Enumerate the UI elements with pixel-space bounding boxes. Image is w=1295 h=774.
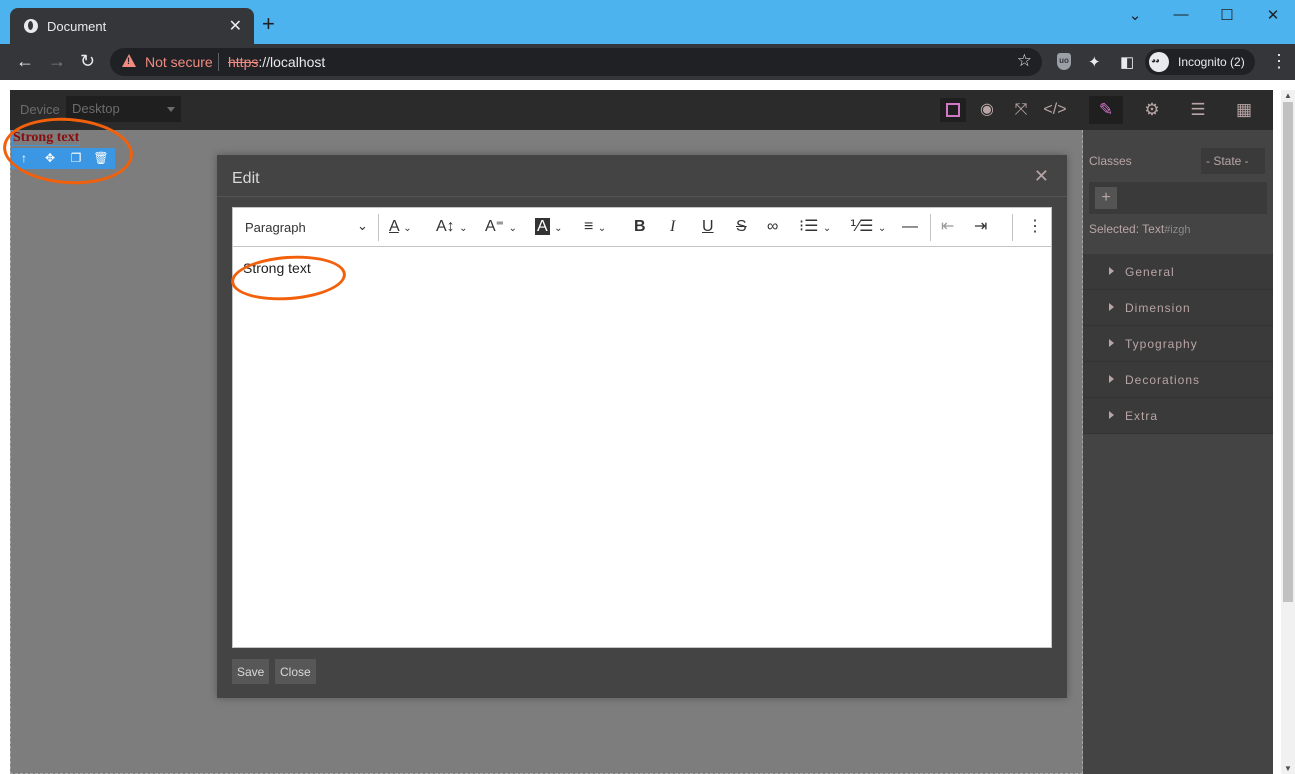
- paint-brush-icon[interactable]: ✎: [1089, 96, 1123, 124]
- sector-dimension[interactable]: Dimension: [1083, 290, 1273, 326]
- close-window-button[interactable]: ✕: [1250, 6, 1295, 24]
- blocks-icon[interactable]: ▦: [1227, 96, 1261, 124]
- caret-right-icon: [1109, 411, 1114, 419]
- incognito-badge[interactable]: Incognito (2): [1145, 49, 1255, 75]
- tab-search-icon[interactable]: ⌄: [1112, 6, 1158, 24]
- rich-text-editor: Paragraph ⌄ A ⌄ A↕ ⌄ A⁼ ⌄ A ⌄ ≡ ⌄ B I U …: [232, 207, 1052, 648]
- editor-topbar: Device Desktop ◉ ⤧ </> ✎ ⚙ ☰ ▦: [10, 90, 1273, 130]
- modal-header: Edit ✕: [217, 155, 1067, 197]
- state-select[interactable]: - State -: [1201, 148, 1265, 174]
- tab-title: Document: [47, 19, 107, 34]
- device-label: Device: [20, 102, 60, 117]
- sector-extra[interactable]: Extra: [1083, 398, 1273, 434]
- sector-label: Dimension: [1125, 301, 1191, 315]
- side-panel-icon[interactable]: ◧: [1120, 53, 1134, 71]
- toolbar-divider: [930, 214, 931, 241]
- caret-right-icon: [1109, 267, 1114, 275]
- browser-tab[interactable]: Document ✕: [10, 8, 254, 44]
- device-select[interactable]: Desktop: [66, 96, 181, 122]
- ublock-shield-icon[interactable]: uo: [1057, 53, 1071, 70]
- add-class-button[interactable]: +: [1095, 187, 1117, 209]
- toolbar-divider: [378, 214, 379, 241]
- browser-toolbar: ← → ↻ Not secure https://localhost ☆ uo …: [0, 44, 1295, 80]
- incognito-icon: [1149, 52, 1169, 72]
- underline-icon[interactable]: U: [702, 217, 714, 237]
- layers-icon[interactable]: ☰: [1181, 96, 1215, 124]
- selected-id: #izgh: [1164, 224, 1191, 236]
- sector-label: Typography: [1125, 337, 1198, 351]
- extensions-puzzle-icon[interactable]: ✦: [1088, 53, 1101, 71]
- warning-icon[interactable]: [122, 54, 136, 67]
- globe-icon: [24, 19, 38, 33]
- url-text[interactable]: https://localhost: [228, 54, 325, 70]
- address-bar[interactable]: Not secure https://localhost ☆: [110, 48, 1042, 76]
- modal-close-icon[interactable]: ✕: [1034, 166, 1049, 187]
- selected-label: Selected:: [1089, 222, 1140, 236]
- maximize-button[interactable]: ☐: [1204, 6, 1250, 24]
- numbered-list-icon[interactable]: ⅟☰ ⌄: [850, 217, 886, 239]
- sector-label: Extra: [1125, 409, 1159, 423]
- scroll-up-icon[interactable]: ▲: [1284, 91, 1292, 100]
- omnibox-divider: [218, 53, 219, 71]
- url-host: ://localhost: [258, 54, 326, 70]
- star-icon[interactable]: ☆: [1017, 51, 1032, 71]
- indent-icon[interactable]: ⇥: [974, 217, 987, 237]
- gear-icon[interactable]: ⚙: [1135, 96, 1169, 124]
- save-button[interactable]: Save: [232, 659, 270, 684]
- class-tags-field: +: [1089, 182, 1267, 214]
- chevron-down-icon[interactable]: ⌄: [357, 218, 368, 234]
- italic-icon[interactable]: I: [670, 217, 675, 237]
- page-scrollbar[interactable]: ▲ ▼: [1281, 90, 1295, 774]
- outdent-icon[interactable]: ⇤: [941, 217, 954, 237]
- scrollbar-thumb[interactable]: [1283, 102, 1293, 602]
- browser-titlebar: Document ✕ + ⌄ — ☐ ✕: [0, 0, 1295, 44]
- strikethrough-icon[interactable]: S: [736, 217, 747, 237]
- toolbar-divider: [1012, 214, 1013, 241]
- classes-label: Classes: [1089, 154, 1132, 168]
- style-manager-panel: Classes - State - + Selected: Text#izgh …: [1083, 130, 1273, 774]
- bold-icon[interactable]: B: [634, 217, 646, 237]
- sector-decorations[interactable]: Decorations: [1083, 362, 1273, 398]
- scroll-down-icon[interactable]: ▼: [1284, 764, 1292, 773]
- incognito-label: Incognito (2): [1178, 55, 1245, 69]
- url-scheme: https: [228, 54, 259, 70]
- caret-right-icon: [1109, 375, 1114, 383]
- more-options-icon[interactable]: ⋮: [1027, 217, 1043, 237]
- forward-arrow-icon[interactable]: →: [48, 52, 66, 70]
- square-outline-icon[interactable]: [940, 98, 966, 122]
- align-left-icon[interactable]: ≡ ⌄: [584, 217, 606, 239]
- sector-general[interactable]: General: [1083, 254, 1273, 290]
- caret-right-icon: [1109, 303, 1114, 311]
- modal-title: Edit: [232, 170, 260, 187]
- caret-right-icon: [1109, 339, 1114, 347]
- font-size-icon[interactable]: A↕ ⌄: [436, 217, 468, 239]
- selected-name: Text: [1142, 222, 1165, 236]
- panel-switcher: ✎ ⚙ ☰ ▦: [1085, 90, 1273, 130]
- new-tab-button[interactable]: +: [262, 13, 275, 35]
- paragraph-format-select[interactable]: Paragraph: [245, 220, 306, 235]
- background-color-icon[interactable]: A ⌄: [535, 217, 563, 239]
- tab-close-icon[interactable]: ✕: [229, 16, 242, 36]
- link-icon[interactable]: ∞: [767, 217, 778, 237]
- bulleted-list-icon[interactable]: ⁝☰ ⌄: [799, 217, 831, 239]
- sector-label: General: [1125, 265, 1175, 279]
- font-color-icon[interactable]: A ⌄: [389, 217, 412, 239]
- edit-modal: Edit ✕ Paragraph ⌄ A ⌄ A↕ ⌄ A⁼ ⌄ A ⌄ ≡ ⌄…: [217, 155, 1067, 698]
- rte-toolbar: Paragraph ⌄ A ⌄ A↕ ⌄ A⁼ ⌄ A ⌄ ≡ ⌄ B I U …: [233, 208, 1051, 247]
- close-button[interactable]: Close: [275, 659, 316, 684]
- sector-typography[interactable]: Typography: [1083, 326, 1273, 362]
- code-icon[interactable]: </>: [1042, 98, 1068, 122]
- sector-label: Decorations: [1125, 373, 1201, 387]
- font-family-icon[interactable]: A⁼ ⌄: [485, 217, 517, 239]
- reload-icon[interactable]: ↻: [80, 52, 95, 70]
- selected-info: Selected: Text#izgh: [1089, 222, 1190, 236]
- back-arrow-icon[interactable]: ←: [16, 52, 34, 70]
- not-secure-label[interactable]: Not secure: [145, 54, 213, 70]
- fullscreen-icon[interactable]: ⤧: [1008, 98, 1034, 122]
- minimize-button[interactable]: —: [1158, 6, 1204, 23]
- page-viewport: Device Desktop ◉ ⤧ </> ✎ ⚙ ☰ ▦ Strong te…: [0, 80, 1295, 774]
- eye-icon[interactable]: ◉: [974, 98, 1000, 122]
- horizontal-line-icon[interactable]: —: [902, 217, 918, 237]
- more-vert-icon[interactable]: ⋮: [1270, 52, 1288, 70]
